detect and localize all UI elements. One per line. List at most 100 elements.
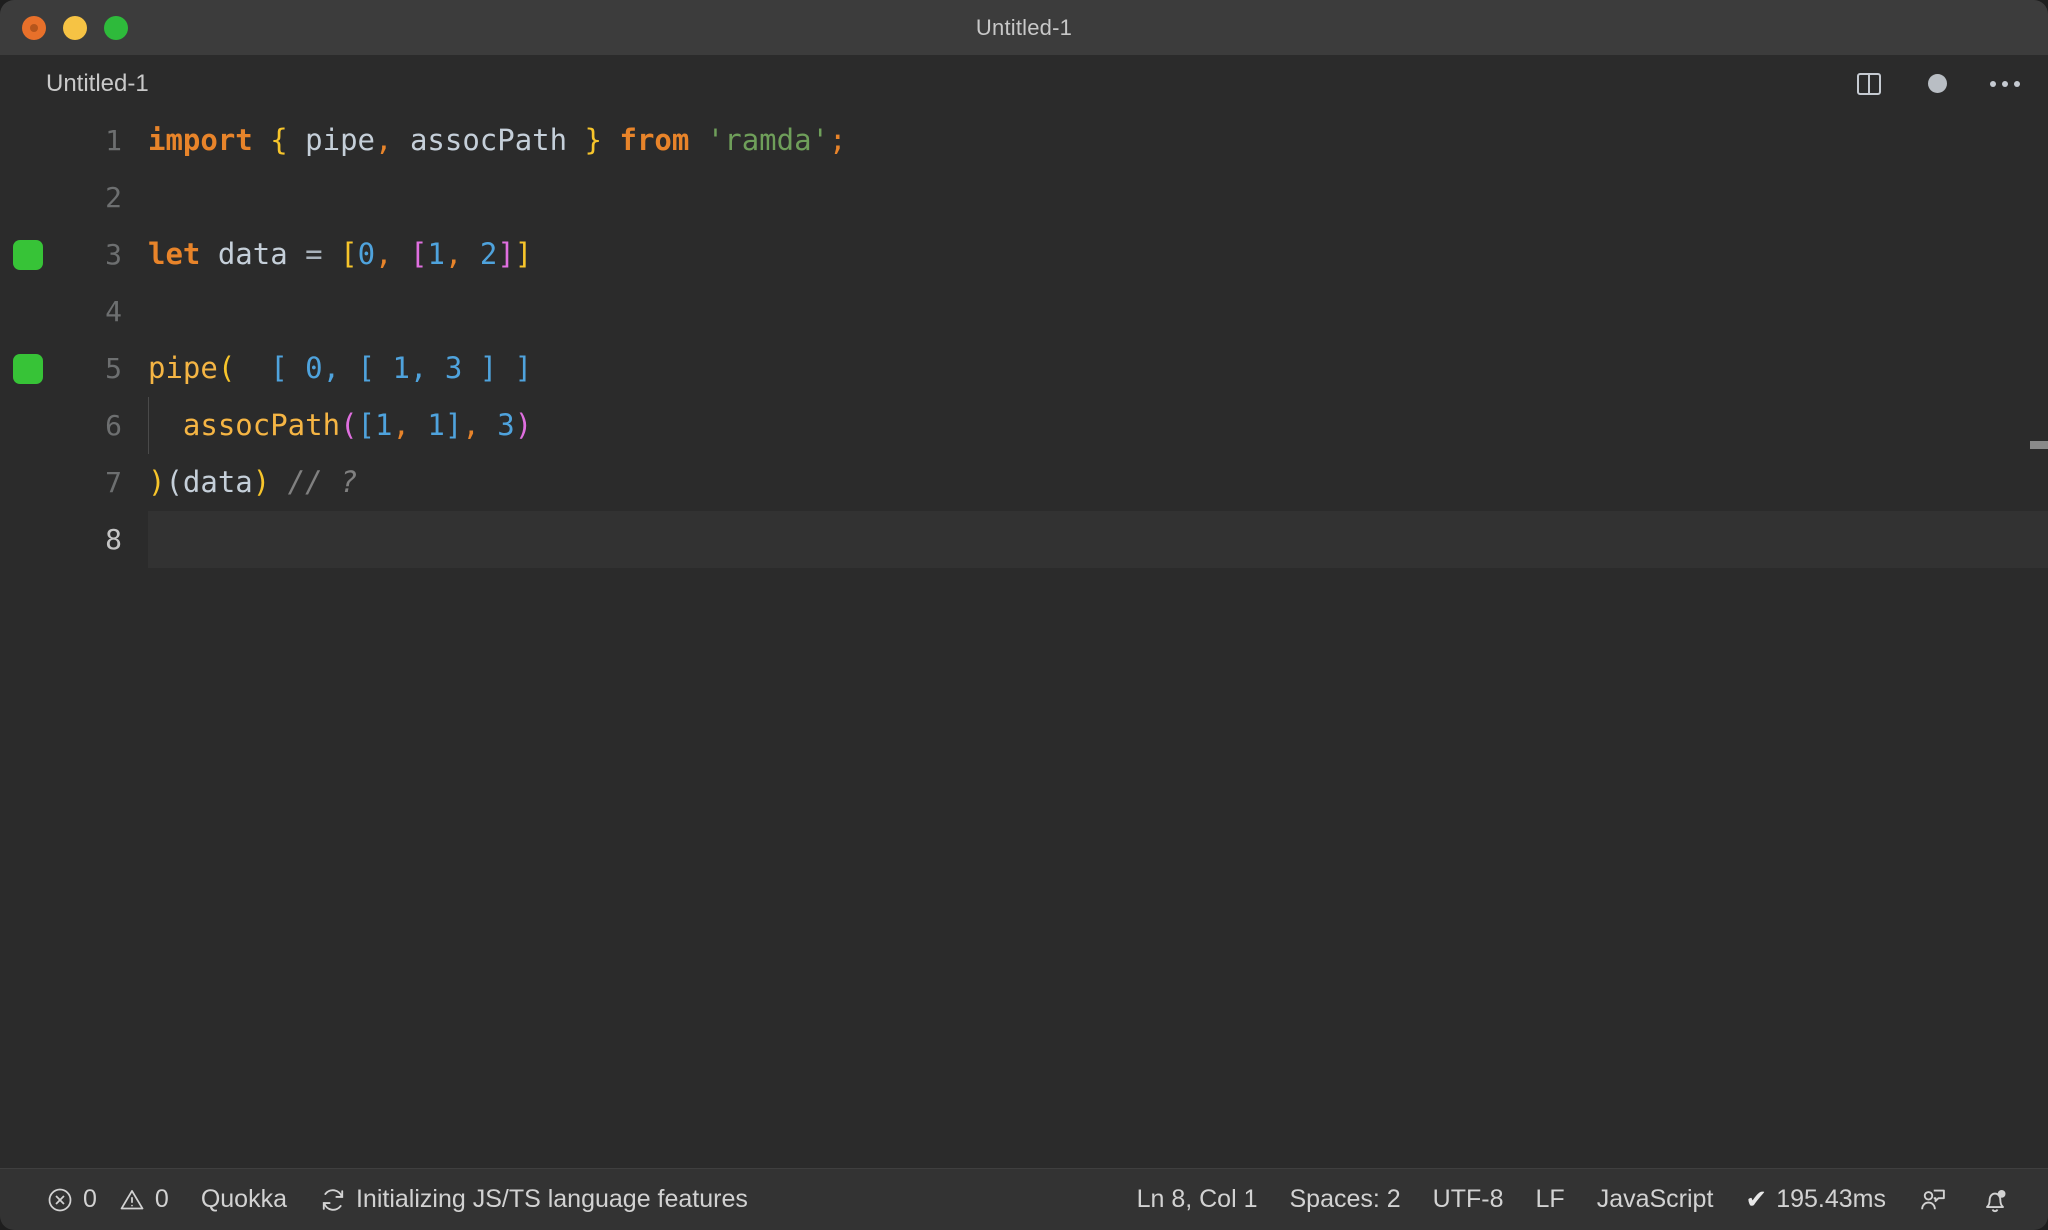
token-comma: , [462, 408, 480, 442]
token-number: 0 [357, 237, 376, 271]
editor-body[interactable]: 1 import { pipe, assocPath } from 'ramda… [0, 112, 2048, 1168]
status-task[interactable]: Initializing JS/TS language features [303, 1169, 764, 1230]
code-line[interactable]: )(data) // ? [148, 454, 2048, 511]
token-function: assocPath [182, 408, 341, 442]
token-string: 'ramda' [706, 123, 830, 157]
status-bar: 0 0 Quokka Initializing JS/TS language f… [0, 1168, 2048, 1230]
status-eol[interactable]: LF [1520, 1169, 1581, 1230]
code-row: 5 pipe( [ 0, [ 1, 3 ] ] [0, 340, 2048, 397]
editor-tab-bar: Untitled-1 [0, 55, 2048, 112]
status-notifications[interactable] [1964, 1169, 2026, 1230]
gutter: 8 [0, 511, 148, 568]
token-call: (data [165, 465, 253, 499]
token-comma: , [375, 237, 393, 271]
title-bar: Untitled-1 [0, 0, 2048, 55]
status-account[interactable] [1902, 1169, 1964, 1230]
code-row: 2 [0, 169, 2048, 226]
code-line[interactable] [148, 283, 2048, 340]
line-number: 5 [105, 352, 122, 385]
token-operator: = [305, 237, 323, 271]
token-number: 1 [409, 408, 445, 442]
line-number: 3 [105, 238, 122, 271]
code-content[interactable]: 1 import { pipe, assocPath } from 'ramda… [0, 112, 2048, 568]
line-number: 1 [105, 124, 122, 157]
code-line[interactable]: pipe( [ 0, [ 1, 3 ] ] [148, 340, 2048, 397]
gutter: 6 [0, 397, 148, 454]
line-number: 6 [105, 409, 122, 442]
code-line[interactable]: assocPath([1, 1], 3) [148, 397, 2048, 454]
gutter: 7 [0, 454, 148, 511]
token-comment: // ? [287, 465, 358, 499]
token-keyword: let [148, 237, 201, 271]
eol-label: LF [1535, 1185, 1565, 1213]
gutter: 1 [0, 112, 148, 169]
code-line[interactable] [148, 511, 2048, 568]
token-bracket: ] [444, 408, 463, 442]
status-problems[interactable]: 0 0 [30, 1169, 185, 1230]
code-row: 6 assocPath([1, 1], 3) [0, 397, 2048, 454]
token-bracket: [ [340, 237, 358, 271]
split-editor-icon[interactable] [1852, 67, 1886, 101]
error-count: 0 [83, 1185, 97, 1213]
token-number: 2 [479, 237, 498, 271]
close-window-button[interactable] [22, 15, 46, 40]
error-circle-icon [46, 1186, 74, 1214]
editor-actions [1852, 67, 2022, 101]
code-line[interactable]: let data = [0, [1, 2]] [148, 226, 2048, 283]
window-controls [0, 15, 128, 40]
token-identifier: data [200, 237, 306, 271]
more-actions-icon[interactable] [1988, 67, 2022, 101]
token-paren: ) [148, 465, 166, 499]
token-bracket: [ [409, 237, 428, 271]
token-keyword: import [148, 123, 253, 157]
token-number: 3 [479, 408, 515, 442]
code-line[interactable] [148, 169, 2048, 226]
line-number: 8 [105, 523, 122, 556]
status-indentation[interactable]: Spaces: 2 [1273, 1169, 1416, 1230]
maximize-window-button[interactable] [104, 15, 128, 40]
gutter: 3 [0, 226, 148, 283]
code-line[interactable]: import { pipe, assocPath } from 'ramda'; [148, 112, 2048, 169]
editor-tab-label[interactable]: Untitled-1 [46, 70, 149, 98]
code-row: 7 )(data) // ? [0, 454, 2048, 511]
token-semicolon: ; [829, 123, 847, 157]
quokka-coverage-marker [13, 353, 43, 384]
task-text: Initializing JS/TS language features [355, 1185, 748, 1213]
token-bracket: ] [514, 237, 533, 271]
quokka-inline-value: [ 0, [ 1, 3 ] ] [270, 351, 533, 385]
status-encoding[interactable]: UTF-8 [1417, 1169, 1520, 1230]
token-comma: , [375, 123, 393, 157]
code-row: 4 [0, 283, 2048, 340]
gutter: 5 [0, 340, 148, 397]
run-time-label: 195.43ms [1776, 1185, 1886, 1213]
minimize-window-button[interactable] [63, 15, 87, 40]
token-comma: , [392, 408, 410, 442]
status-language-mode[interactable]: JavaScript [1581, 1169, 1730, 1230]
status-cursor-position[interactable]: Ln 8, Col 1 [1121, 1169, 1274, 1230]
scrollbar-overview-mark [2030, 441, 2048, 449]
status-quokka[interactable]: Quokka [185, 1169, 303, 1230]
gutter: 2 [0, 169, 148, 226]
status-run-time[interactable]: ✔ 195.43ms [1729, 1169, 1902, 1230]
token-paren: ( [217, 351, 236, 385]
indentation-label: Spaces: 2 [1289, 1185, 1401, 1213]
code-row: 3 let data = [0, [1, 2]] [0, 226, 2048, 283]
line-number: 4 [105, 295, 122, 328]
code-row: 1 import { pipe, assocPath } from 'ramda… [0, 112, 2048, 169]
token-identifier: pipe [287, 123, 376, 157]
token-paren: ) [514, 408, 533, 442]
unsaved-dot-icon[interactable] [1920, 67, 1954, 101]
editor-vertical-scrollbar[interactable] [2030, 112, 2048, 1168]
encoding-label: UTF-8 [1432, 1185, 1504, 1213]
line-number: 7 [105, 466, 122, 499]
code-row-active: 8 [0, 511, 2048, 568]
bell-dot-icon [1980, 1185, 2010, 1215]
